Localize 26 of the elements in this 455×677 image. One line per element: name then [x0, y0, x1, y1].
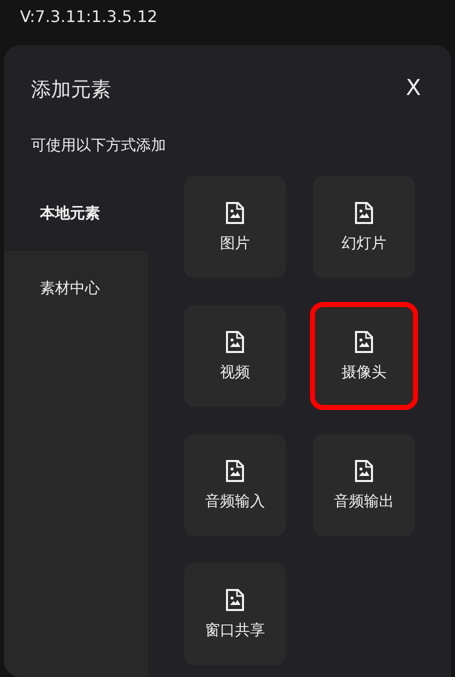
- element-label: 幻灯片: [342, 234, 386, 252]
- image-file-icon: [226, 202, 244, 224]
- element-label: 音频输出: [334, 492, 394, 510]
- element-label: 图片: [220, 234, 250, 252]
- image-file-icon: [226, 330, 244, 352]
- dialog-subtitle: 可使用以下方式添加: [30, 135, 166, 156]
- close-button[interactable]: X: [404, 75, 423, 103]
- image-file-icon: [355, 330, 373, 352]
- dialog-title: 添加元素: [31, 76, 111, 103]
- sidebar-item[interactable]: 本地元素: [4, 176, 148, 251]
- element-card[interactable]: 音频输出: [313, 434, 415, 536]
- image-file-icon: [355, 460, 373, 482]
- image-file-icon: [226, 460, 244, 482]
- image-file-icon: [355, 202, 373, 224]
- element-label: 视频: [220, 362, 250, 382]
- image-file-icon: [226, 588, 244, 610]
- element-card[interactable]: 摄像头: [313, 305, 415, 407]
- element-label: 窗口共享: [205, 620, 265, 640]
- element-card[interactable]: 音频输入: [184, 434, 286, 536]
- element-card[interactable]: 窗口共享: [184, 563, 286, 665]
- element-card[interactable]: 幻灯片: [313, 176, 415, 278]
- version-label: V:7.3.11:1.3.5.12: [19, 6, 158, 27]
- element-card[interactable]: 视频: [184, 305, 286, 407]
- element-label: 音频输入: [205, 492, 265, 510]
- element-card[interactable]: 图片: [184, 176, 286, 278]
- element-label: 摄像头: [342, 362, 386, 382]
